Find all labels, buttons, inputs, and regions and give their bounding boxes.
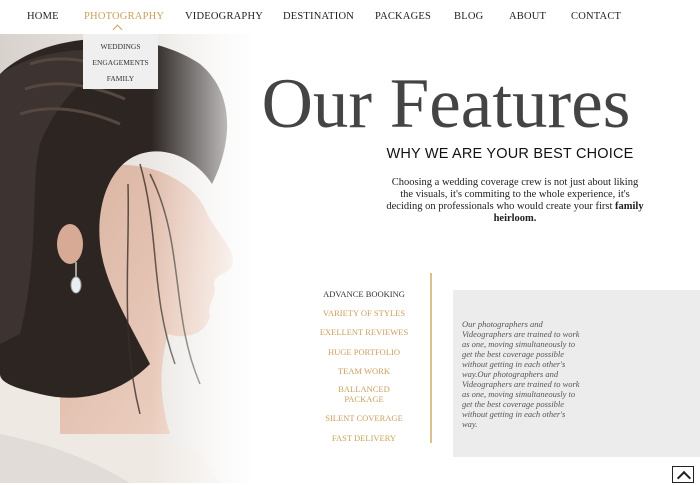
intro-paragraph: Choosing a wedding coverage crew is not … (385, 177, 645, 225)
features-divider (430, 273, 432, 443)
nav-videography[interactable]: VIDEOGRAPHY (185, 11, 263, 22)
nav-contact[interactable]: CONTACT (571, 11, 621, 22)
main-navigation: HOME PHOTOGRAPHY VIDEOGRAPHY DESTINATION… (0, 0, 700, 34)
nav-about[interactable]: ABOUT (509, 11, 546, 22)
photography-dropdown: WEDDINGS ENGAGEMENTS FAMILY (83, 34, 158, 89)
feature-ballanced-package[interactable]: BALLANCED PACKAGE (318, 384, 410, 404)
nav-destination[interactable]: DESTINATION (283, 11, 354, 22)
nav-photography[interactable]: PHOTOGRAPHY (84, 11, 164, 22)
feature-huge-portfolio[interactable]: HUGE PORTFOLIO (316, 347, 412, 357)
feature-description-text: Our photographers and Videographers are … (462, 319, 580, 429)
bride-profile-photo (0, 34, 252, 483)
feature-exellent-reviewes[interactable]: EXELLENT REVIEWES (316, 327, 412, 337)
back-to-top-button[interactable] (672, 466, 694, 485)
feature-team-work[interactable]: TEAM WORK (316, 366, 412, 376)
feature-variety-of-styles[interactable]: VARIETY OF STYLES (316, 308, 412, 318)
page-subtitle: WHY WE ARE YOUR BEST CHOICE (386, 146, 634, 162)
feature-silent-coverage[interactable]: SILENT COVERAGE (316, 413, 412, 423)
nav-home[interactable]: HOME (27, 11, 59, 22)
nav-blog[interactable]: BLOG (454, 11, 483, 22)
nav-packages[interactable]: PACKAGES (375, 11, 431, 22)
dropdown-item-family[interactable]: FAMILY (83, 74, 158, 83)
intro-text: Choosing a wedding coverage crew is not … (386, 177, 639, 212)
page-title: Our Features (261, 65, 631, 143)
feature-description-panel: Our photographers and Videographers are … (453, 290, 700, 457)
feature-fast-delivery[interactable]: FAST DELIVERY (316, 433, 412, 443)
feature-advance-booking[interactable]: ADVANCE BOOKING (316, 289, 412, 299)
dropdown-item-weddings[interactable]: WEDDINGS (83, 42, 158, 51)
dropdown-item-engagements[interactable]: ENGAGEMENTS (83, 58, 158, 67)
